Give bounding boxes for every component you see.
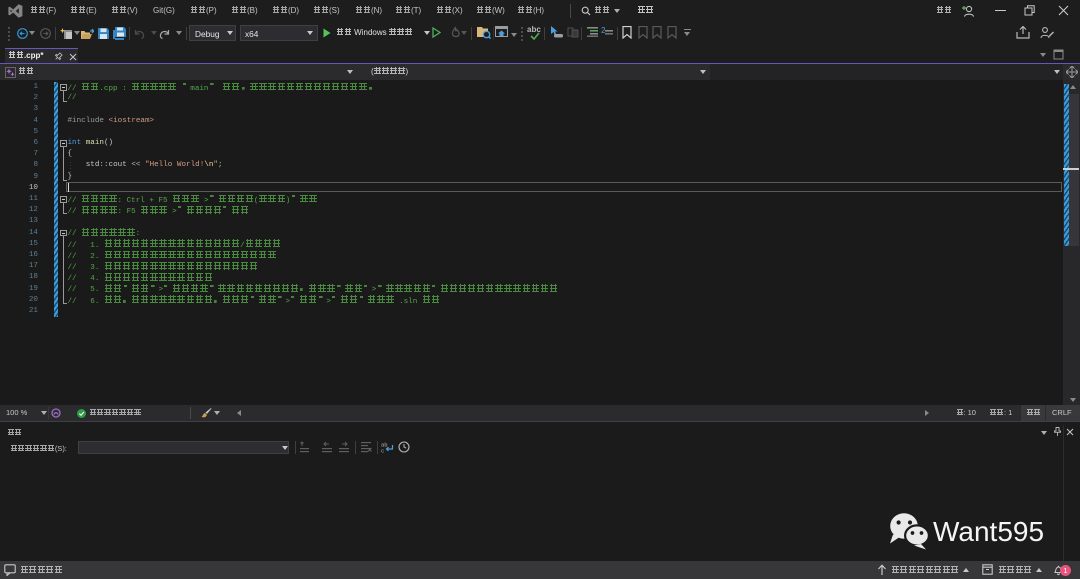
svg-text:c: c (381, 448, 384, 454)
